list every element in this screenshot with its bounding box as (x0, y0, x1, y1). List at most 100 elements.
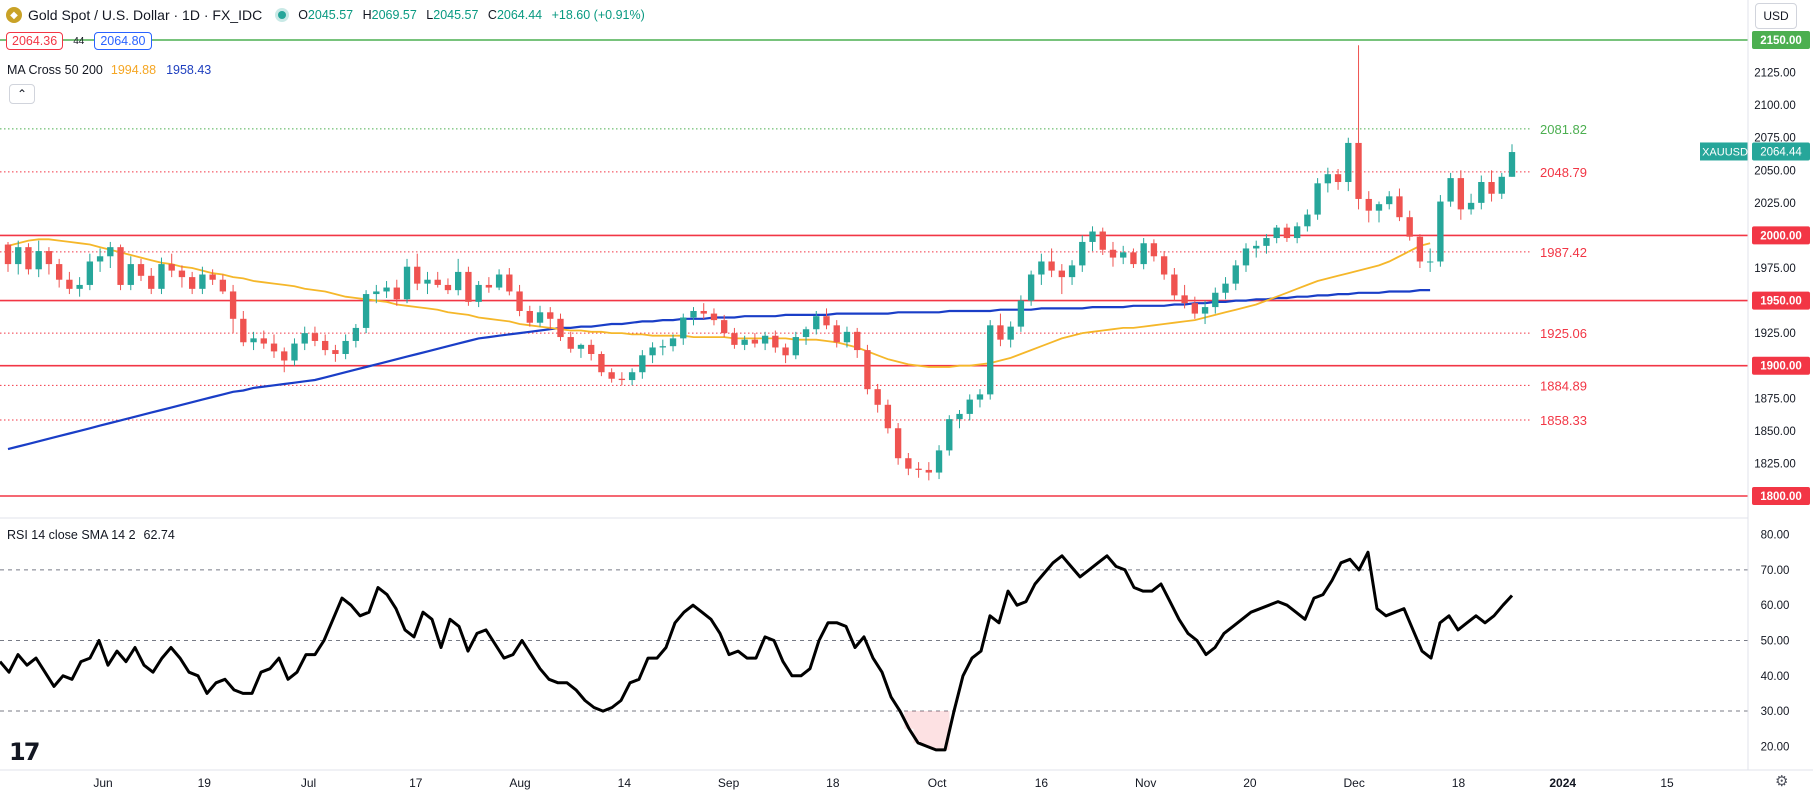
candle (1038, 253, 1045, 285)
candle-body (976, 394, 984, 400)
open-value: 2045.57 (307, 8, 354, 22)
candle (884, 399, 892, 434)
sell-price-button[interactable]: 2064.36 (6, 32, 64, 50)
candle (1488, 170, 1495, 202)
collapse-legend-button[interactable]: ⌃ (9, 84, 35, 104)
candle (567, 331, 574, 353)
candle-body (1201, 307, 1209, 314)
candle-body (1099, 231, 1106, 250)
time-tick-label: Nov (1135, 776, 1156, 790)
candle (495, 269, 503, 291)
candle (854, 327, 861, 358)
candle (1293, 222, 1301, 244)
open-label: O (298, 8, 308, 22)
chart-svg[interactable]: 2081.82 2048.79 1987.42 1925.06 1884.89 1858.… (0, 0, 1813, 796)
candle-body (526, 310, 533, 323)
symbol-title[interactable]: Gold Spot / U.S. Dollar · 1D · FX_IDC (28, 7, 262, 23)
price-tick-label: 2050.00 (1754, 165, 1796, 177)
buy-price-button[interactable]: 2064.80 (94, 32, 152, 50)
candle-body (321, 340, 329, 351)
candle-body (1324, 174, 1332, 184)
candle-body (260, 338, 267, 344)
candle-body (731, 333, 738, 345)
time-tick-label: Jun (93, 776, 112, 790)
candle (915, 462, 922, 478)
candle (1314, 178, 1321, 220)
candle-body (925, 469, 932, 473)
last-price-value: 2064.44 (1760, 146, 1802, 158)
candle (1232, 260, 1239, 291)
spread-value: 44 (73, 35, 85, 47)
candle (1150, 239, 1158, 262)
level-price-tag-text: 1800.00 (1760, 491, 1802, 503)
candle (598, 351, 605, 377)
candle (782, 343, 789, 364)
candle-body (1109, 249, 1117, 258)
candle (1396, 188, 1403, 222)
candle (894, 423, 902, 465)
currency-selector[interactable]: USD (1755, 3, 1797, 29)
candle-body (1027, 274, 1035, 301)
candle-body (291, 343, 298, 361)
ma-cross-legend[interactable]: MA Cross 50 200 1994.88 1958.43 (7, 63, 211, 77)
candle (1099, 227, 1106, 255)
candle-body (1058, 270, 1065, 278)
gear-icon[interactable]: ⚙ (1775, 772, 1788, 790)
rsi-legend[interactable]: RSI 14 close SMA 14 2 62.74 (7, 528, 175, 542)
price-axis[interactable]: 2150.002125.002100.002075.002050.002025.… (1747, 0, 1813, 796)
candle (393, 279, 400, 306)
candle-body (1181, 295, 1188, 304)
high-value: 2069.57 (371, 8, 417, 22)
candle (1120, 245, 1127, 265)
candle-body (516, 291, 523, 311)
candle-body (86, 261, 94, 285)
candle-body (598, 353, 605, 373)
candle (168, 253, 175, 278)
candle-body (444, 284, 452, 291)
candle (96, 248, 104, 272)
candle (209, 269, 216, 285)
candle-body (1355, 142, 1362, 199)
candle (1058, 264, 1065, 295)
candle-body (1273, 227, 1280, 239)
candle-body (1232, 265, 1239, 284)
candle (1079, 235, 1086, 272)
candle (66, 271, 73, 295)
candle (1222, 277, 1229, 300)
time-tick-label: 15 (1660, 776, 1674, 790)
candle-body (536, 312, 544, 323)
candle-body (1007, 326, 1014, 340)
candle-body (1048, 261, 1055, 271)
time-axis[interactable]: Jun 19 Jul 17 Aug 14 Sep 18 Oct 16 Nov 20 Dec 18 2024 1… (0, 769, 1813, 790)
rsi-pane[interactable] (0, 550, 1748, 752)
candle (731, 327, 738, 349)
candle (946, 415, 953, 456)
candle-body (567, 337, 574, 349)
candle-body (485, 284, 493, 288)
candle-body (332, 350, 339, 354)
candle-body (1120, 252, 1127, 258)
candle-body (1426, 261, 1434, 263)
candle (4, 241, 12, 272)
candle (987, 320, 994, 400)
candle (1447, 172, 1454, 207)
tradingview-logo[interactable]: 17 (9, 738, 40, 766)
candle (1027, 270, 1035, 306)
price-tick-label: 2125.00 (1754, 68, 1796, 80)
price-tick-label: 1875.00 (1754, 393, 1796, 405)
price-pane[interactable]: 2081.82 2048.79 1987.42 1925.06 1884.89 1858.… (0, 39, 1750, 497)
candle-body (35, 251, 42, 270)
candle-body (577, 344, 585, 349)
candle-body (557, 318, 564, 338)
candle-body (547, 312, 554, 319)
candle (1304, 209, 1311, 232)
candle (117, 244, 124, 291)
candle (15, 240, 22, 275)
candle-body (15, 247, 22, 265)
candle (659, 339, 666, 356)
candle-body (772, 335, 779, 348)
level-label: 1987.42 (1540, 245, 1587, 260)
candle (25, 243, 32, 275)
candle (424, 271, 431, 295)
level-label: 1884.89 (1540, 378, 1587, 393)
